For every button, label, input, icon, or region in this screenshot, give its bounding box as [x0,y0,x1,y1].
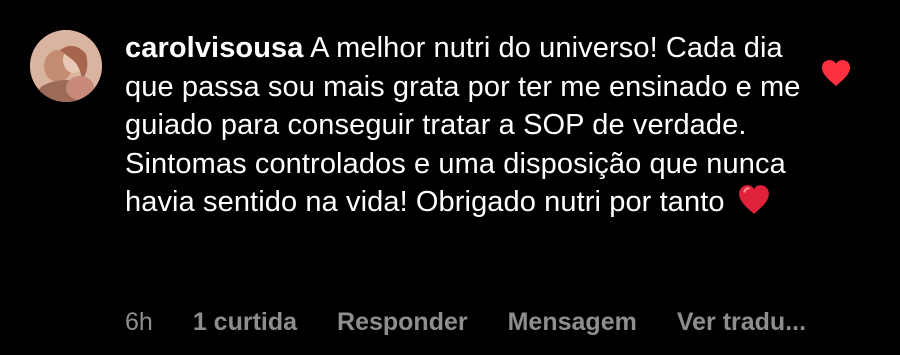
reply-button[interactable]: Responder [337,308,468,337]
avatar[interactable] [30,30,102,102]
username[interactable]: carolvisousa [125,32,304,64]
likes-count-link[interactable]: 1 curtida [193,308,297,337]
see-translation-button[interactable]: Ver tradu... [677,308,806,337]
avatar-image [30,30,102,102]
like-heart-icon[interactable] [820,58,852,88]
comment-meta: 6h 1 curtida Responder Mensagem Ver trad… [125,308,806,337]
red-heart-emoji-icon [737,183,771,217]
timestamp: 6h [125,308,153,336]
comment-body: carolvisousa A melhor nutri do universo!… [125,29,805,222]
message-button[interactable]: Mensagem [508,308,637,337]
